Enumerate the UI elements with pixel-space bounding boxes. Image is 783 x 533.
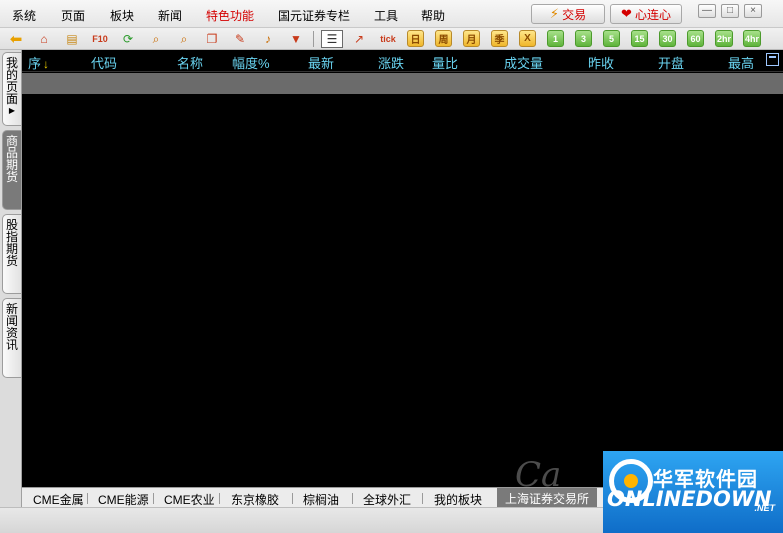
- watermark-net-text: .NET: [754, 503, 775, 513]
- menu-news[interactable]: 新闻: [158, 7, 182, 24]
- filter-icon[interactable]: ▼: [287, 30, 305, 48]
- heart-connect-button[interactable]: ❤ 心连心: [610, 4, 682, 24]
- column-header-name[interactable]: 名称: [177, 53, 203, 72]
- pencil-icon[interactable]: ✎: [231, 30, 249, 48]
- column-header-prev-close[interactable]: 昨收: [588, 53, 614, 72]
- minute-30-button[interactable]: 30: [659, 30, 676, 47]
- tab-my-sector[interactable]: 我的板块: [434, 491, 482, 508]
- home-icon[interactable]: ⌂: [35, 30, 53, 48]
- tab-label-char: 货: [5, 170, 18, 184]
- tab-label-char: 货: [5, 254, 18, 268]
- zoom-out-icon[interactable]: ⌕: [175, 30, 193, 48]
- column-header-index[interactable]: 序 ↓: [28, 53, 49, 72]
- tab-separator: [292, 493, 293, 504]
- onlinedown-watermark-logo: 华军软件园 ONLINEDOWN .NET: [603, 451, 783, 533]
- refresh-icon[interactable]: ⟳: [119, 30, 137, 48]
- period-quarter-button[interactable]: 季: [491, 30, 508, 47]
- tab-news-info[interactable]: 新闻资讯: [2, 298, 21, 378]
- column-header-change-pct[interactable]: 幅度%: [232, 53, 270, 72]
- heart-connect-label: 心连心: [634, 7, 671, 22]
- minute-1-button[interactable]: 1: [547, 30, 564, 47]
- grid-header: 序 ↓ 代码 名称 幅度% 最新 涨跌 量比 成交量 昨收 开盘 最高: [22, 50, 783, 72]
- column-header-latest[interactable]: 最新: [308, 53, 334, 72]
- menu-page[interactable]: 页面: [61, 7, 85, 24]
- hour-4-button[interactable]: 4hr: [743, 30, 761, 47]
- quote-grid[interactable]: 序 ↓ 代码 名称 幅度% 最新 涨跌 量比 成交量 昨收 开盘 最高: [22, 50, 783, 487]
- heart-icon: ❤: [621, 6, 632, 21]
- script-watermark-logo: Ca: [515, 455, 562, 495]
- period-month-button[interactable]: 月: [463, 30, 480, 47]
- column-header-open[interactable]: 开盘: [658, 53, 684, 72]
- menu-special-features[interactable]: 特色功能: [206, 7, 254, 24]
- trade-button-label: 交易: [562, 7, 587, 22]
- lightning-icon: ⚡: [549, 6, 560, 21]
- minute-3-button[interactable]: 3: [575, 30, 592, 47]
- menu-bar: 系统 页面 板块 新闻 特色功能 国元证券专栏 工具 帮助 ⚡ 交易 ❤ 心连心…: [0, 0, 783, 28]
- back-arrow-icon[interactable]: ⬅: [7, 30, 25, 48]
- zoom-in-icon[interactable]: ⌕: [147, 30, 165, 48]
- trade-button[interactable]: ⚡ 交易: [531, 4, 605, 24]
- stack-icon[interactable]: ▤: [63, 30, 81, 48]
- minute-15-button[interactable]: 15: [631, 30, 648, 47]
- toolbar-separator: [313, 31, 314, 47]
- list-view-icon[interactable]: ☰: [321, 30, 343, 48]
- minute-5-button[interactable]: 5: [603, 30, 620, 47]
- maximize-button[interactable]: □: [721, 4, 739, 18]
- tick-chart-icon[interactable]: tick: [378, 30, 398, 48]
- tab-cme-metals[interactable]: CME金属: [33, 491, 84, 508]
- menu-system[interactable]: 系统: [12, 7, 36, 24]
- toolbar: ⬅ ⌂ ▤ F10 ⟳ ⌕ ⌕ ❐ ✎ ♪ ▼ ☰ ↗ tick 日 周 月 季…: [0, 28, 783, 50]
- tab-cme-agriculture[interactable]: CME农业: [164, 491, 215, 508]
- f10-icon[interactable]: F10: [91, 30, 109, 48]
- tab-palm-oil[interactable]: 棕榈油: [303, 491, 339, 508]
- tab-separator: [87, 493, 88, 504]
- column-header-code[interactable]: 代码: [91, 53, 117, 72]
- menu-tools[interactable]: 工具: [374, 7, 398, 24]
- sort-down-icon: ↓: [43, 57, 50, 71]
- tab-separator: [352, 493, 353, 504]
- tab-index-futures[interactable]: 股指期货: [2, 214, 21, 294]
- tab-global-forex[interactable]: 全球外汇: [363, 491, 411, 508]
- expand-arrow-icon: ▶: [8, 106, 16, 115]
- tab-separator: [219, 493, 220, 504]
- period-custom-button[interactable]: X: [519, 30, 536, 47]
- period-week-button[interactable]: 周: [435, 30, 452, 47]
- tab-commodity-futures[interactable]: 商品期货: [2, 130, 21, 210]
- bell-icon[interactable]: ♪: [259, 30, 277, 48]
- tab-cme-energy[interactable]: CME能源: [98, 491, 149, 508]
- column-header-change[interactable]: 涨跌: [378, 53, 404, 72]
- minimize-button[interactable]: —: [698, 4, 716, 18]
- menu-guoyuan-column[interactable]: 国元证券专栏: [278, 7, 350, 24]
- left-tab-strip: 我的页面 ▶ 商品期货 股指期货 新闻资讯: [0, 50, 22, 510]
- column-header-volume[interactable]: 成交量: [504, 53, 543, 72]
- column-settings-button[interactable]: [766, 53, 779, 66]
- minute-60-button[interactable]: 60: [687, 30, 704, 47]
- menu-sector[interactable]: 板块: [110, 7, 134, 24]
- tab-separator: [153, 493, 154, 504]
- tab-separator: [422, 493, 423, 504]
- column-header-high[interactable]: 最高: [728, 53, 754, 72]
- column-header-volume-ratio[interactable]: 量比: [432, 53, 458, 72]
- tab-label-char: 讯: [5, 338, 18, 352]
- close-button[interactable]: ×: [744, 4, 762, 18]
- menu-help[interactable]: 帮助: [421, 7, 445, 24]
- window-icon[interactable]: ❐: [203, 30, 221, 48]
- tab-label-char: 面: [5, 92, 18, 106]
- watermark-bottom-text: ONLINEDOWN: [607, 487, 772, 511]
- line-chart-icon[interactable]: ↗: [350, 30, 368, 48]
- period-day-button[interactable]: 日: [407, 30, 424, 47]
- tab-my-page[interactable]: 我的页面 ▶: [2, 52, 21, 126]
- tab-tokyo-rubber[interactable]: 东京橡胶: [231, 491, 279, 508]
- hour-2-button[interactable]: 2hr: [715, 30, 733, 47]
- selected-row[interactable]: [22, 73, 783, 94]
